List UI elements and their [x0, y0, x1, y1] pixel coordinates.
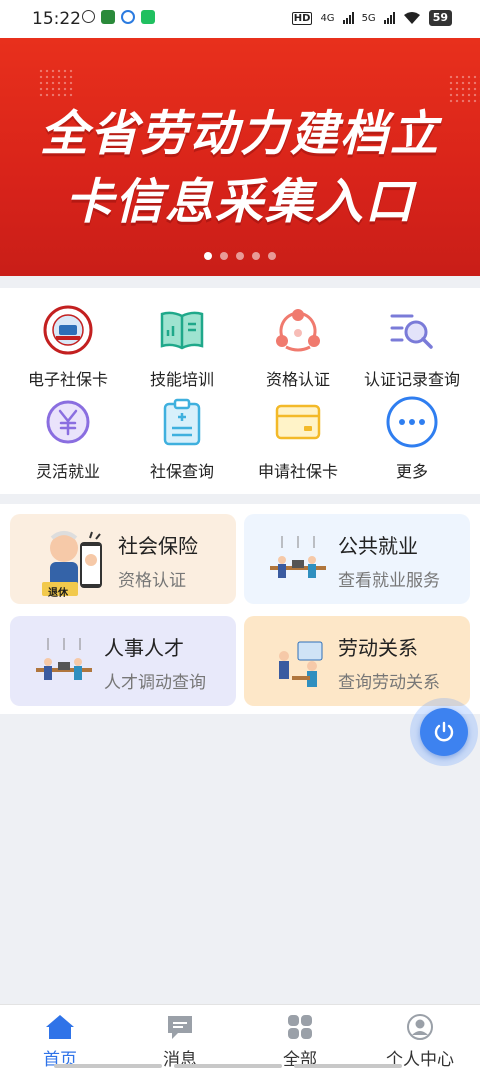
pager-dot[interactable] [204, 252, 212, 260]
card-subtitle: 查看就业服务 [338, 571, 440, 591]
app-icon [101, 10, 115, 24]
tab-profile[interactable]: 个人中心 [360, 1013, 480, 1070]
status-time: 15:22 [32, 9, 81, 29]
card-subtitle: 查询劳动关系 [338, 673, 440, 693]
service-label: 灵活就业 [35, 462, 100, 481]
service-auth-record-query[interactable]: 认证记录查询 [352, 304, 472, 390]
retire-badge: 退休 [48, 588, 68, 599]
message-icon [120, 1013, 240, 1041]
signal-icon [342, 12, 354, 24]
clipboard-icon [156, 396, 208, 448]
tab-home[interactable]: 首页 [0, 1013, 120, 1070]
service-label: 认证记录查询 [363, 370, 460, 389]
card-title: 社会保险 [118, 534, 198, 558]
elderly-person-phone-illustration: 退休 [34, 524, 114, 604]
status-bar: 15:22 HD 4G 5G 59 [0, 0, 480, 38]
pager-dot[interactable] [268, 252, 276, 260]
service-flexible-employment[interactable]: 灵活就业 [8, 396, 128, 482]
tab-messages[interactable]: 消息 [120, 1013, 240, 1070]
network-5g-label: 5G [361, 12, 376, 24]
card-social-insurance[interactable]: 退休 社会保险 资格认证 [10, 514, 236, 604]
floating-power-button[interactable] [410, 698, 478, 766]
power-icon [420, 708, 468, 756]
card-title: 劳动关系 [338, 636, 418, 660]
card-personnel-talent[interactable]: 人事人才 人才调动查询 [10, 616, 236, 706]
office-workers-illustration [268, 534, 328, 594]
book-icon [156, 304, 208, 356]
iqiyi-icon [141, 10, 155, 24]
service-label: 资格认证 [265, 370, 330, 389]
service-label: 申请社保卡 [257, 462, 338, 481]
k-app-icon [82, 10, 95, 23]
card-title: 公共就业 [338, 534, 418, 558]
wifi-icon [403, 12, 420, 24]
promo-banner[interactable]: 全省劳动力建档立 卡信息采集入口 [0, 38, 480, 276]
pager-dot[interactable] [236, 252, 244, 260]
banner-pager [0, 252, 480, 260]
card-icon [272, 396, 324, 448]
card-labor-relations[interactable]: 劳动关系 查询劳动关系 [244, 616, 470, 706]
office-workers-illustration [34, 636, 94, 696]
status-right: HD 4G 5G 59 [291, 10, 452, 26]
meeting-illustration [274, 638, 330, 694]
card-subtitle: 资格认证 [118, 571, 186, 591]
service-label: 社保查询 [149, 462, 214, 481]
signal-icon-2 [383, 12, 395, 24]
pager-dot[interactable] [220, 252, 228, 260]
banner-title-line2: 卡信息采集入口 [64, 174, 415, 230]
card-subtitle: 人才调动查询 [104, 673, 206, 693]
notification-icons [82, 10, 155, 24]
user-icon [360, 1013, 480, 1041]
home-icon [0, 1013, 120, 1041]
battery-icon: 59 [428, 10, 452, 26]
card-title: 人事人才 [104, 636, 184, 660]
hd-icon: HD [291, 11, 313, 25]
gesture-bar [294, 1064, 402, 1068]
pager-dot[interactable] [252, 252, 260, 260]
card-public-employment[interactable]: 公共就业 查看就业服务 [244, 514, 470, 604]
gesture-bar [54, 1064, 162, 1068]
service-electronic-card[interactable]: 电子社保卡 [8, 304, 128, 390]
bottom-tab-bar: 首页 消息 全部 个人中心 [0, 1004, 480, 1071]
search-list-icon [386, 304, 438, 356]
gesture-bar [174, 1064, 282, 1068]
more-icon [386, 396, 438, 448]
service-label: 更多 [395, 462, 428, 481]
tab-all[interactable]: 全部 [240, 1013, 360, 1070]
service-qualification-auth[interactable]: 资格认证 [238, 304, 358, 390]
banner-title-line1: 全省劳动力建档立 [39, 106, 440, 162]
service-label: 电子社保卡 [27, 370, 108, 389]
yuan-icon [42, 396, 94, 448]
service-social-security-query[interactable]: 社保查询 [122, 396, 242, 482]
service-skill-training[interactable]: 技能培训 [122, 304, 242, 390]
service-label: 技能培训 [149, 370, 214, 389]
people-network-icon [272, 304, 324, 356]
category-cards: 退休 社会保险 资格认证 公共就业 查看就业服务 人事人才 人才调动查询 劳动关… [0, 504, 480, 714]
service-apply-card[interactable]: 申请社保卡 [238, 396, 358, 482]
social-security-card-icon [42, 304, 94, 356]
browser-icon [121, 10, 135, 24]
network-4g-label: 4G [320, 12, 335, 24]
service-more[interactable]: 更多 [352, 396, 472, 482]
service-grid: 电子社保卡 技能培训 资格认证 认证记录查询 灵活就业 社保查询 申请社保卡 更… [0, 288, 480, 494]
grid-icon [240, 1013, 360, 1041]
